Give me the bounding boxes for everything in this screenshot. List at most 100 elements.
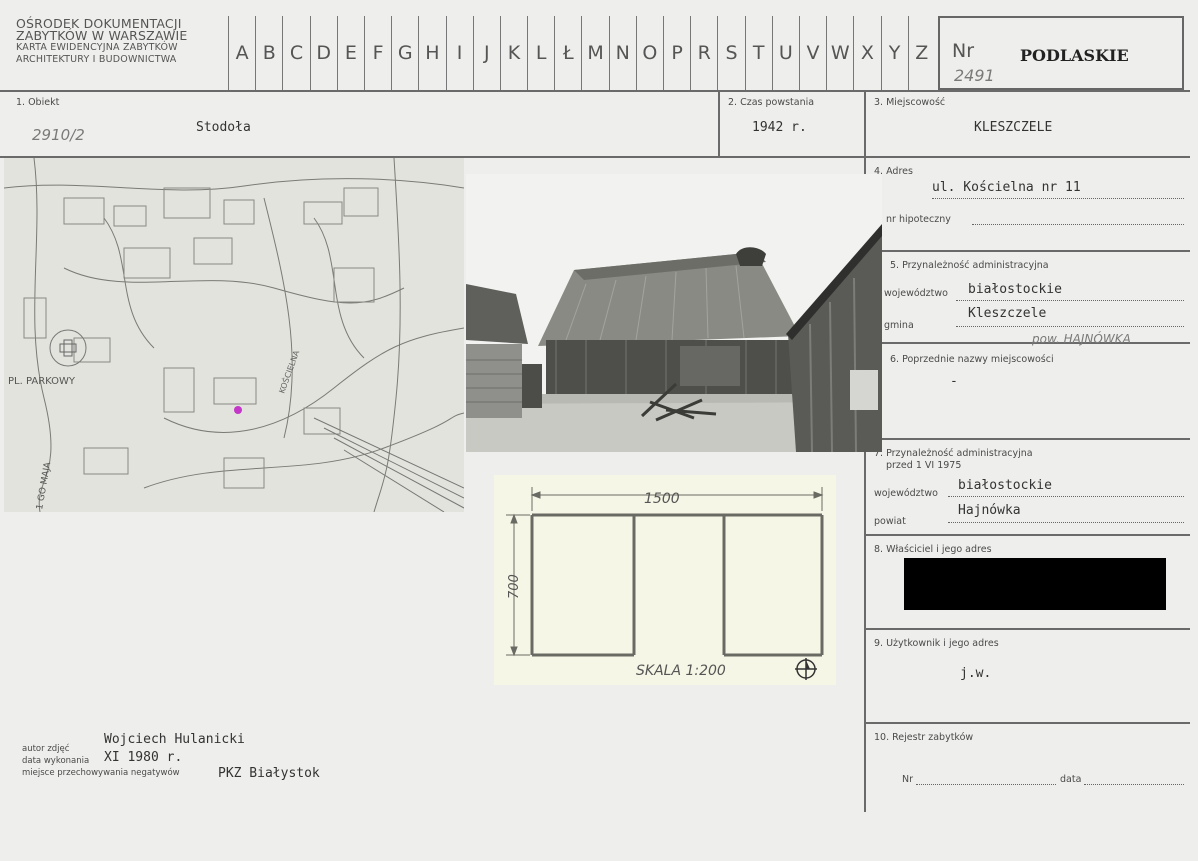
alphabet-letter: G (391, 16, 418, 90)
map-drawing: PL. PARKOWY 1 GO MAJA KOŚCIELNA (4, 158, 464, 512)
woj75-line (948, 496, 1184, 497)
floor-plan-drawing: 1500 700 SKALA 1:200 (506, 487, 824, 680)
nr-value: 2491 (954, 66, 995, 85)
divider (866, 628, 1190, 630)
barn-photo (466, 174, 882, 452)
powiat-line (948, 522, 1184, 523)
alphabet-letter: Y (880, 16, 908, 90)
alphabet-letter: K (499, 16, 527, 90)
miejscowosc-label: 3. Miejscowość (874, 97, 946, 108)
alphabet-letter: E (336, 16, 364, 90)
alphabet-letter: M (581, 16, 608, 90)
divider (866, 722, 1190, 724)
powiat-value: Hajnówka (958, 503, 1021, 518)
miejscowosc-value: KLESZCZELE (974, 120, 1053, 135)
inventory-card: OŚRODEK DOKUMENTACJI ZABYTKÓW W WARSZAWI… (0, 0, 1198, 861)
uzytkownik-value: j.w. (960, 666, 992, 681)
alphabet-letter: J (472, 16, 500, 90)
alphabet-letter: F (363, 16, 391, 90)
divider (718, 92, 720, 156)
institution-line3: KARTA EWIDENCYJNA ZABYTKÓW (16, 42, 178, 53)
plan-width-label: 1500 (644, 491, 680, 507)
obiekt-value: Stodoła (196, 120, 251, 135)
alphabet-letter: H (418, 16, 445, 90)
barn-photo-drawing (466, 174, 882, 452)
hipoteczny-label: nr hipoteczny (886, 214, 951, 225)
map-label-koscielna: KOŚCIELNA (276, 348, 302, 395)
obiekt-note: 2910/2 (32, 126, 85, 144)
alphabet-letter: N (608, 16, 636, 90)
divider (866, 534, 1190, 536)
alphabet-letter: S (717, 16, 744, 90)
woj75-label: województwo (874, 488, 938, 499)
map-label-plac: PL. PARKOWY (8, 376, 76, 387)
przyn-label: 5. Przynależność administracyjna (890, 260, 1049, 271)
alphabet-letter: D (309, 16, 337, 90)
alphabet-letter: W (826, 16, 853, 90)
miejsce-label: miejsce przechowywania negatywów (22, 768, 180, 778)
przyn75-label2: przed 1 VI 1975 (886, 460, 962, 471)
alphabet-letter: T (744, 16, 772, 90)
plan-scale-label: SKALA 1:200 (636, 663, 726, 679)
map-label-street: 1 GO MAJA (35, 461, 53, 511)
alphabet-letter: V (798, 16, 826, 90)
institution-line4: ARCHITEKTURY I BUDOWNICTWA (16, 54, 177, 65)
rejestr-nr-label: Nr (902, 774, 914, 785)
rejestr-label: 10. Rejestr zabytków (874, 732, 974, 743)
floor-plan: 1500 700 SKALA 1:200 (494, 475, 836, 685)
uzytkownik-label: 9. Użytkownik i jego adres (874, 638, 999, 649)
data-value: XI 1980 r. (104, 750, 183, 765)
czas-value: 1942 r. (752, 120, 807, 135)
alphabet-letter: Ł (554, 16, 581, 90)
divider (866, 438, 1190, 440)
woj-value: białostockie (968, 282, 1062, 297)
woj75-value: białostockie (958, 478, 1052, 493)
alphabet-index: ABCDEFGHIJKLŁMNOPRSTUVWXYZ (228, 16, 935, 90)
alphabet-letter: R (690, 16, 717, 90)
obiekt-label: 1. Obiekt (16, 97, 60, 108)
przyn75-label1: 7. Przynależność administracyjna (874, 448, 1033, 459)
adres-line (932, 198, 1184, 199)
alphabet-letter: L (527, 16, 554, 90)
north-arrow-icon (795, 658, 817, 680)
alphabet-letter: X (853, 16, 880, 90)
data-label: data wykonania (22, 756, 90, 766)
poprz-label: 6. Poprzednie nazwy miejscowości (890, 354, 1054, 365)
gmina-label: gmina (884, 320, 914, 331)
rejestr-nr-line (916, 784, 1056, 785)
rejestr-data-label: data (1060, 774, 1082, 785)
gmina-line (956, 326, 1184, 327)
adres-value: ul. Kościelna nr 11 (932, 180, 1081, 195)
institution-header: OŚRODEK DOKUMENTACJI ZABYTKÓW W WARSZAWI… (16, 17, 228, 66)
alphabet-letter: P (663, 16, 690, 90)
wlasciciel-label: 8. Właściciel i jego adres (874, 544, 992, 555)
autor-label: autor zdjęć (22, 744, 70, 754)
miejsce-value: PKZ Białystok (218, 766, 320, 781)
location-map: PL. PARKOWY 1 GO MAJA KOŚCIELNA (4, 158, 464, 512)
alphabet-letter: B (255, 16, 282, 90)
divider (866, 342, 1190, 344)
alphabet-letter: U (771, 16, 799, 90)
woj-label: województwo (884, 288, 948, 299)
redacted-block (904, 558, 1166, 610)
rejestr-data-line (1084, 784, 1184, 785)
gmina-value: Kleszczele (968, 306, 1047, 321)
powiat-label: powiat (874, 516, 906, 527)
alphabet-letter: A (228, 16, 255, 90)
institution-line2: ZABYTKÓW W WARSZAWIE (16, 28, 188, 43)
alphabet-letter: Z (907, 16, 935, 90)
hipoteczny-line (972, 224, 1184, 225)
alphabet-letter: I (445, 16, 473, 90)
poprz-value: - (950, 374, 958, 389)
alphabet-letter: C (282, 16, 309, 90)
divider (866, 250, 1190, 252)
woj-line (956, 300, 1184, 301)
plan-height-label: 700 (507, 574, 522, 599)
nr-label: Nr (952, 40, 975, 62)
alphabet-letter: O (635, 16, 663, 90)
number-box: Nr 2491 PODLASKIE (938, 16, 1184, 90)
czas-label: 2. Czas powstania (728, 97, 815, 108)
gmina-note: pow. HAJNÓWKA (1032, 332, 1131, 346)
region-label: PODLASKIE (1020, 46, 1129, 65)
autor-value: Wojciech Hulanicki (104, 732, 245, 747)
